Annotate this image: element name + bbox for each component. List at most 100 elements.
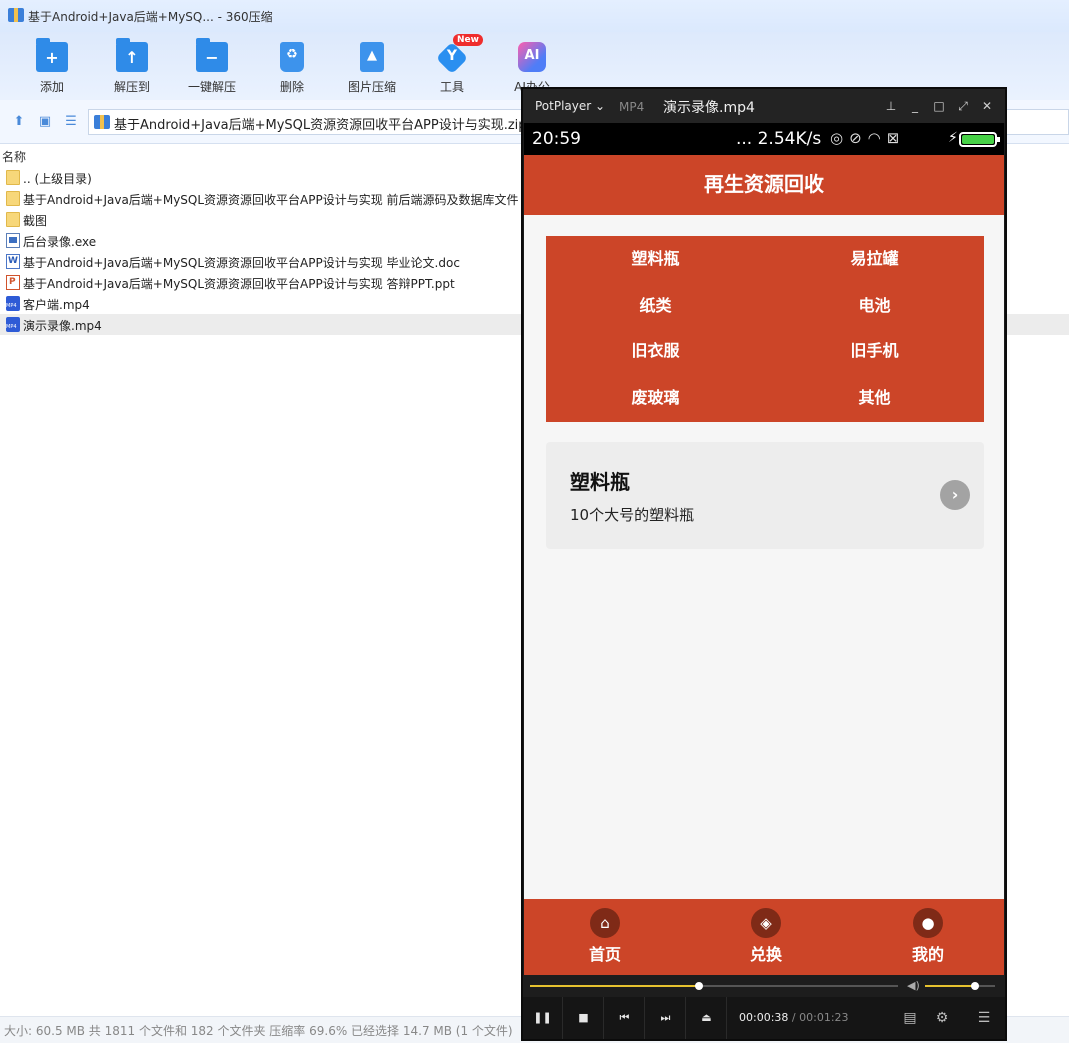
- pin-icon[interactable]: ⊥: [883, 98, 899, 114]
- one-click-extract-label: 一键解压: [187, 80, 236, 94]
- phone-status-bar: 20:59 ... 2.54K/s ◎⊘◠⊠ ⚡: [524, 123, 1004, 155]
- image-compress-icon: ▲: [360, 42, 384, 72]
- seek-bar-area: ◀): [523, 975, 1005, 997]
- eject-icon[interactable]: ⏏: [687, 997, 727, 1039]
- ai-office-icon: AI: [518, 42, 546, 72]
- nav-exchange-label: 兑换: [749, 945, 782, 964]
- category-grid: 塑料瓶 易拉罐 纸类 电池 旧衣服 旧手机 废玻璃 其他: [546, 236, 984, 422]
- file-name: 基于Android+Java后端+MySQL资源资源回收平台APP设计与实现 前…: [23, 193, 519, 207]
- nav-mine[interactable]: ● 我的: [878, 908, 978, 970]
- nav-home-label: 首页: [588, 945, 621, 964]
- category-item[interactable]: 旧衣服: [546, 328, 765, 374]
- chevron-right-icon[interactable]: ›: [940, 480, 970, 510]
- volume-handle[interactable]: [971, 982, 980, 990]
- category-item[interactable]: 废玻璃: [546, 375, 765, 421]
- image-compress-label: 图片压缩: [347, 80, 396, 94]
- seek-handle[interactable]: [695, 982, 704, 990]
- delete-button[interactable]: ♻ 删除: [256, 40, 328, 96]
- add-button[interactable]: + 添加: [16, 38, 88, 96]
- video-file-icon: [6, 317, 20, 332]
- player-controls: ❚❚ ■ ⏮ ⏭ ⏏ 00:00:38 / 00:01:23 ▤ ⚙ ☰: [523, 997, 1005, 1039]
- fullscreen-icon[interactable]: ⤢: [955, 98, 971, 114]
- volume-icon[interactable]: ◀): [907, 979, 920, 992]
- app-title: 再生资源回收: [704, 172, 824, 196]
- extract-to-button[interactable]: ↑ 解压到: [96, 38, 168, 96]
- card-title: 塑料瓶: [570, 470, 630, 494]
- thumbnail-view-icon[interactable]: ▣: [37, 114, 53, 130]
- file-name: 基于Android+Java后端+MySQL资源资源回收平台APP设计与实现 毕…: [23, 256, 460, 270]
- one-click-extract-icon: −: [196, 38, 228, 72]
- category-item[interactable]: 其他: [765, 375, 984, 421]
- archive-app-icon: [8, 8, 24, 22]
- nav-mine-label: 我的: [911, 945, 944, 964]
- image-compress-button[interactable]: ▲ 图片压缩: [336, 40, 408, 96]
- potplayer-menu[interactable]: PotPlayer ⌄: [535, 99, 605, 113]
- up-arrow-icon[interactable]: ⬆: [11, 114, 27, 130]
- category-item[interactable]: 旧手机: [765, 328, 984, 374]
- ppt-file-icon: [6, 275, 20, 290]
- one-click-extract-button[interactable]: − 一键解压: [176, 38, 248, 96]
- time-separator: /: [791, 1011, 796, 1024]
- home-icon: ⌂: [590, 908, 620, 938]
- file-name: .. (上级目录): [23, 172, 92, 186]
- status-icons: ◎⊘◠⊠: [830, 129, 906, 147]
- minimize-icon[interactable]: _: [907, 98, 923, 114]
- card-description: 10个大号的塑料瓶: [570, 506, 695, 524]
- tools-button[interactable]: Y New 工具: [416, 34, 488, 96]
- add-icon: +: [36, 38, 68, 72]
- phone-screen: 20:59 ... 2.54K/s ◎⊘◠⊠ ⚡ 再生资源回收 塑料瓶 易拉罐 …: [524, 123, 1004, 975]
- menu-icon[interactable]: ☰: [969, 997, 999, 1039]
- archiver-titlebar: 基于Android+Java后端+MySQ... - 360压缩: [0, 0, 1069, 32]
- extract-to-icon: ↑: [116, 38, 148, 72]
- close-icon[interactable]: ✕: [979, 98, 995, 114]
- charging-icon: ⚡: [948, 130, 958, 146]
- recycle-item-card[interactable]: 塑料瓶 10个大号的塑料瓶 ›: [546, 442, 984, 549]
- nav-exchange[interactable]: ◈ 兑换: [716, 908, 816, 970]
- file-name: 基于Android+Java后端+MySQL资源资源回收平台APP设计与实现 答…: [23, 277, 455, 291]
- seek-progress: [530, 985, 700, 987]
- settings-gear-icon[interactable]: ⚙: [927, 997, 957, 1039]
- player-titlebar: PotPlayer ⌄ MP4 演示录像.mp4 ⊥ _ □ ⤢ ✕: [523, 89, 1005, 123]
- tools-icon: Y New: [435, 34, 483, 75]
- exe-file-icon: [6, 233, 20, 248]
- window-title: 基于Android+Java后端+MySQ... - 360压缩: [28, 10, 273, 24]
- column-name-label: 名称: [2, 150, 27, 164]
- net-speed: ... 2.54K/s: [736, 129, 822, 149]
- file-name: 演示录像.mp4: [23, 319, 102, 333]
- app-header: 再生资源回收: [524, 155, 1004, 215]
- list-view-icon[interactable]: ☰: [63, 114, 79, 130]
- category-item[interactable]: 电池: [765, 283, 984, 329]
- new-badge: New: [453, 34, 483, 46]
- maximize-icon[interactable]: □: [931, 98, 947, 114]
- category-item[interactable]: 纸类: [546, 283, 765, 329]
- current-time: 00:00:38: [739, 1011, 789, 1024]
- battery-icon: [959, 132, 1000, 147]
- previous-icon[interactable]: ⏮: [605, 997, 645, 1039]
- seek-bar[interactable]: [530, 982, 898, 990]
- category-item[interactable]: 塑料瓶: [546, 236, 765, 282]
- pause-icon[interactable]: ❚❚: [523, 997, 563, 1039]
- category-item[interactable]: 易拉罐: [765, 236, 984, 282]
- player-file-title: 演示录像.mp4: [663, 100, 755, 116]
- volume-slider[interactable]: [925, 982, 995, 990]
- file-name: 截图: [23, 214, 48, 228]
- delete-label: 删除: [279, 80, 304, 94]
- time-display: 00:00:38 / 00:01:23: [739, 1011, 849, 1024]
- folder-icon: [6, 191, 20, 206]
- stop-icon[interactable]: ■: [564, 997, 604, 1039]
- zip-file-icon: [94, 115, 110, 129]
- word-file-icon: [6, 254, 20, 269]
- duration: 00:01:23: [799, 1011, 849, 1024]
- add-label: 添加: [39, 80, 64, 94]
- extract-to-label: 解压到: [113, 80, 150, 94]
- volume-level: [925, 985, 976, 987]
- next-icon[interactable]: ⏭: [646, 997, 686, 1039]
- nav-home[interactable]: ⌂ 首页: [555, 908, 655, 970]
- tag-icon: ◈: [751, 908, 781, 938]
- phone-clock: 20:59: [532, 129, 581, 149]
- playlist-icon[interactable]: ▤: [895, 997, 925, 1039]
- tools-label: 工具: [439, 80, 464, 94]
- potplayer-window: PotPlayer ⌄ MP4 演示录像.mp4 ⊥ _ □ ⤢ ✕ 20:59…: [521, 87, 1007, 1041]
- delete-icon: ♻: [280, 42, 304, 72]
- file-name: 后台录像.exe: [23, 235, 97, 249]
